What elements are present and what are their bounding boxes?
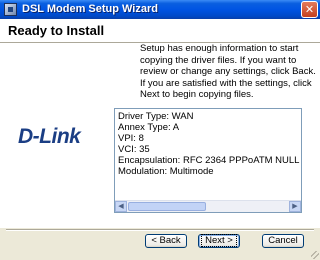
horizontal-scrollbar[interactable]: ◀ ▶ (115, 200, 301, 212)
scroll-right-button[interactable]: ▶ (289, 201, 301, 212)
button-separator (6, 229, 314, 231)
window-title: DSL Modem Setup Wizard (22, 3, 158, 15)
scroll-right-icon: ▶ (292, 202, 298, 210)
summary-line-vci: VCI: 35 (118, 144, 150, 155)
scroll-left-icon: ◀ (118, 202, 124, 210)
close-button[interactable]: ✕ (301, 1, 318, 18)
summary-line-annex-type: Annex Type: A (118, 122, 180, 133)
instructions-text: Setup has enough information to start co… (140, 43, 316, 100)
dlink-logo: D-Link (18, 125, 81, 148)
app-icon (4, 3, 17, 16)
resize-grip-icon[interactable] (311, 251, 319, 259)
scrollbar-thumb[interactable] (128, 202, 206, 211)
page-title: Ready to Install (8, 23, 105, 38)
summary-line-encapsulation: Encapsulation: RFC 2364 PPPoATM NULL (118, 155, 300, 166)
wizard-content: Setup has enough information to start co… (0, 43, 320, 228)
back-button[interactable]: < Back (145, 234, 187, 248)
summary-line-driver-type: Driver Type: WAN (118, 111, 194, 122)
close-icon: ✕ (304, 3, 315, 16)
summary-line-modulation: Modulation: Multimode (118, 166, 214, 177)
settings-summary-list: Driver Type: WAN Annex Type: A VPI: 8 VC… (118, 111, 299, 177)
settings-summary-box[interactable]: Driver Type: WAN Annex Type: A VPI: 8 VC… (114, 108, 302, 213)
next-button[interactable]: Next > (198, 234, 240, 248)
summary-line-vpi: VPI: 8 (118, 133, 144, 144)
cancel-button[interactable]: Cancel (262, 234, 304, 248)
title-bar[interactable]: DSL Modem Setup Wizard ✕ (0, 0, 320, 19)
next-button-label: Next > (201, 234, 237, 247)
scroll-left-button[interactable]: ◀ (115, 201, 127, 212)
wizard-header: Ready to Install (0, 19, 320, 43)
